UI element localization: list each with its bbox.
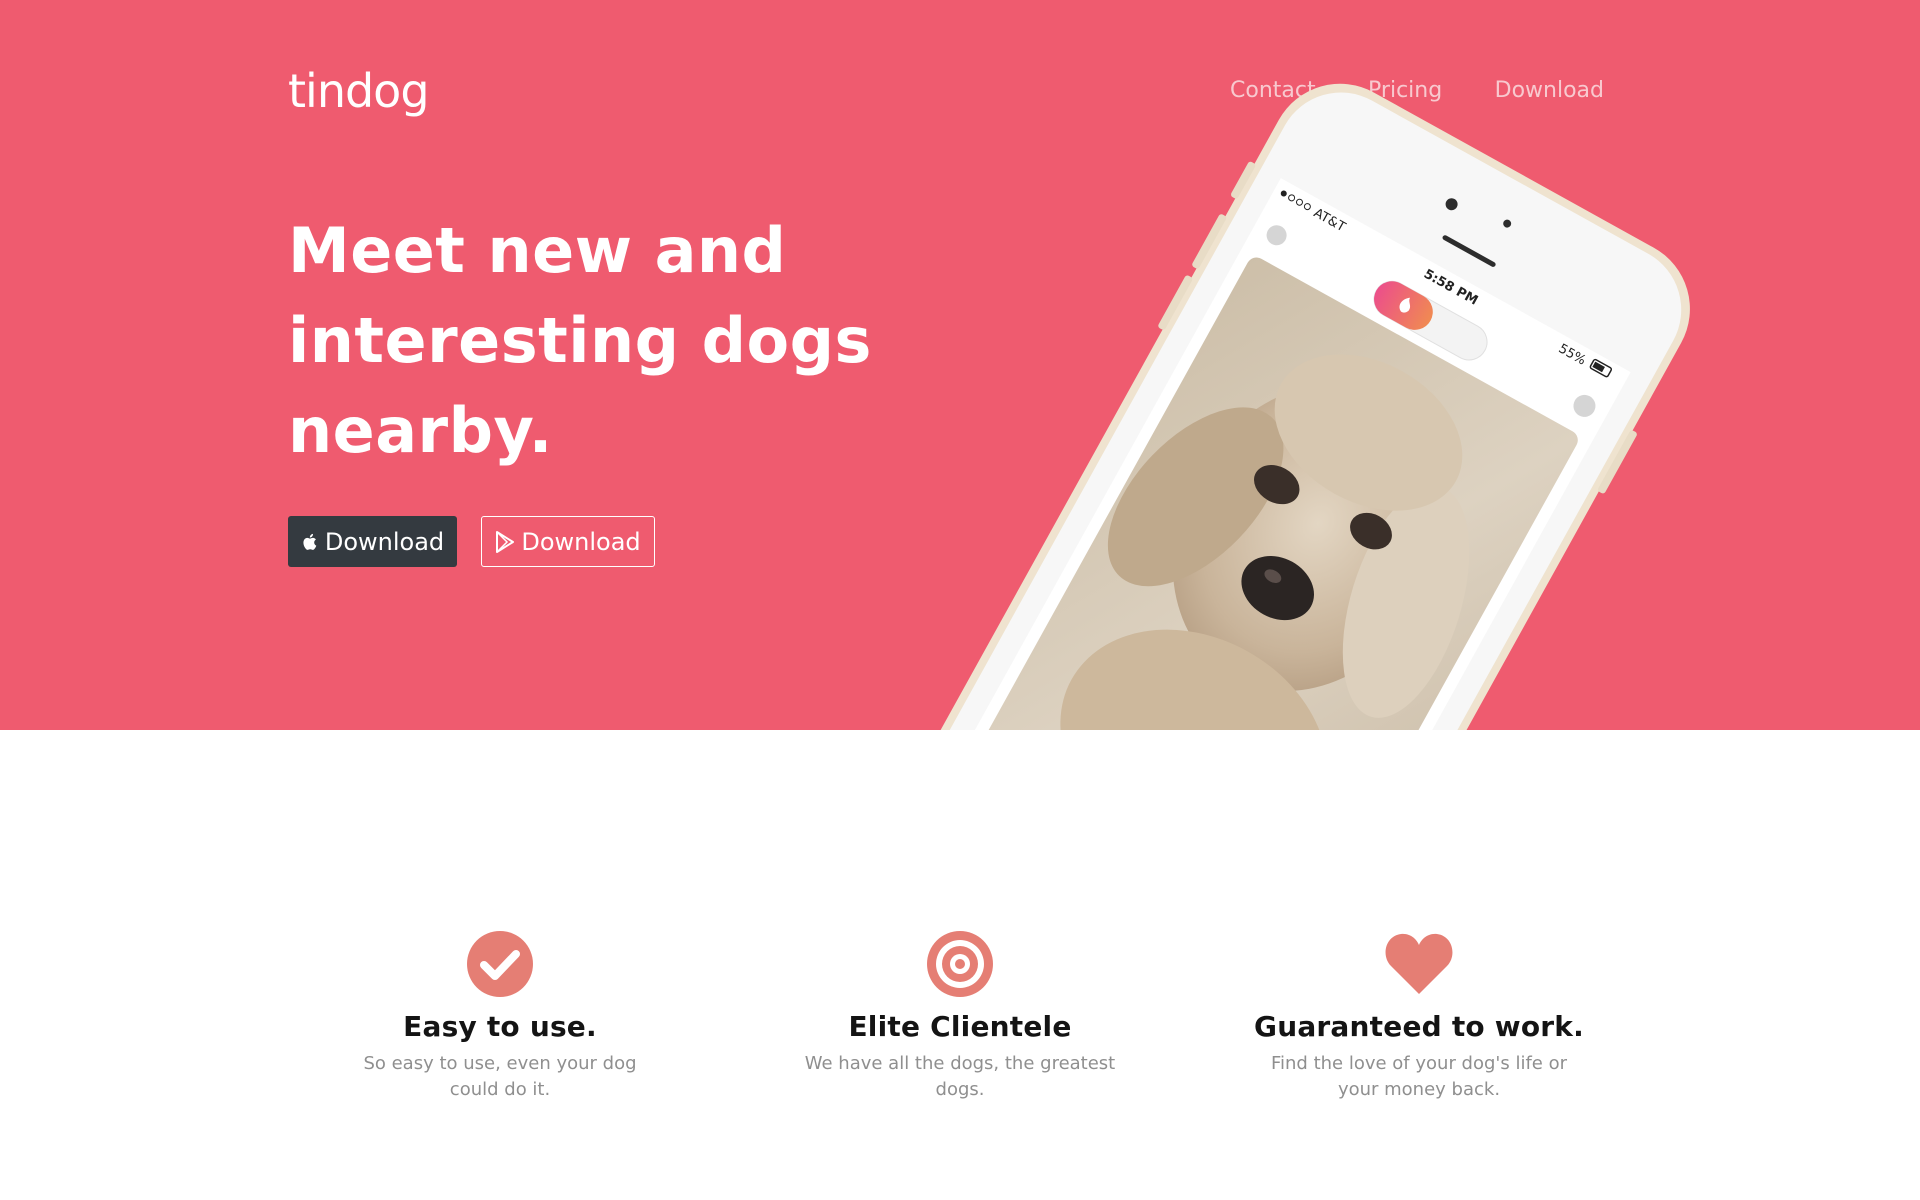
feature-title: Easy to use. bbox=[403, 1010, 597, 1043]
hero-section: tindog Contact Pricing Download Meet new… bbox=[0, 0, 1920, 730]
bullseye-icon bbox=[927, 931, 993, 997]
feature-guaranteed: Guaranteed to work. Find the love of you… bbox=[1249, 930, 1589, 1103]
feature-text: Find the love of your dog's life or your… bbox=[1270, 1053, 1568, 1100]
phone-illustration: AT&T 5:58 PM 55% bbox=[891, 83, 1690, 730]
feature-text: So easy to use, even your dog could do i… bbox=[363, 1053, 637, 1100]
feature-elite: Elite Clientele We have all the dogs, th… bbox=[790, 930, 1130, 1103]
feature-title: Guaranteed to work. bbox=[1254, 1010, 1584, 1043]
heart-icon bbox=[1385, 933, 1453, 994]
feature-text: We have all the dogs, the greatest dogs. bbox=[804, 1053, 1116, 1100]
feature-easy: Easy to use. So easy to use, even your d… bbox=[330, 930, 670, 1103]
check-circle-icon bbox=[467, 931, 533, 997]
feature-title: Elite Clientele bbox=[848, 1010, 1072, 1043]
